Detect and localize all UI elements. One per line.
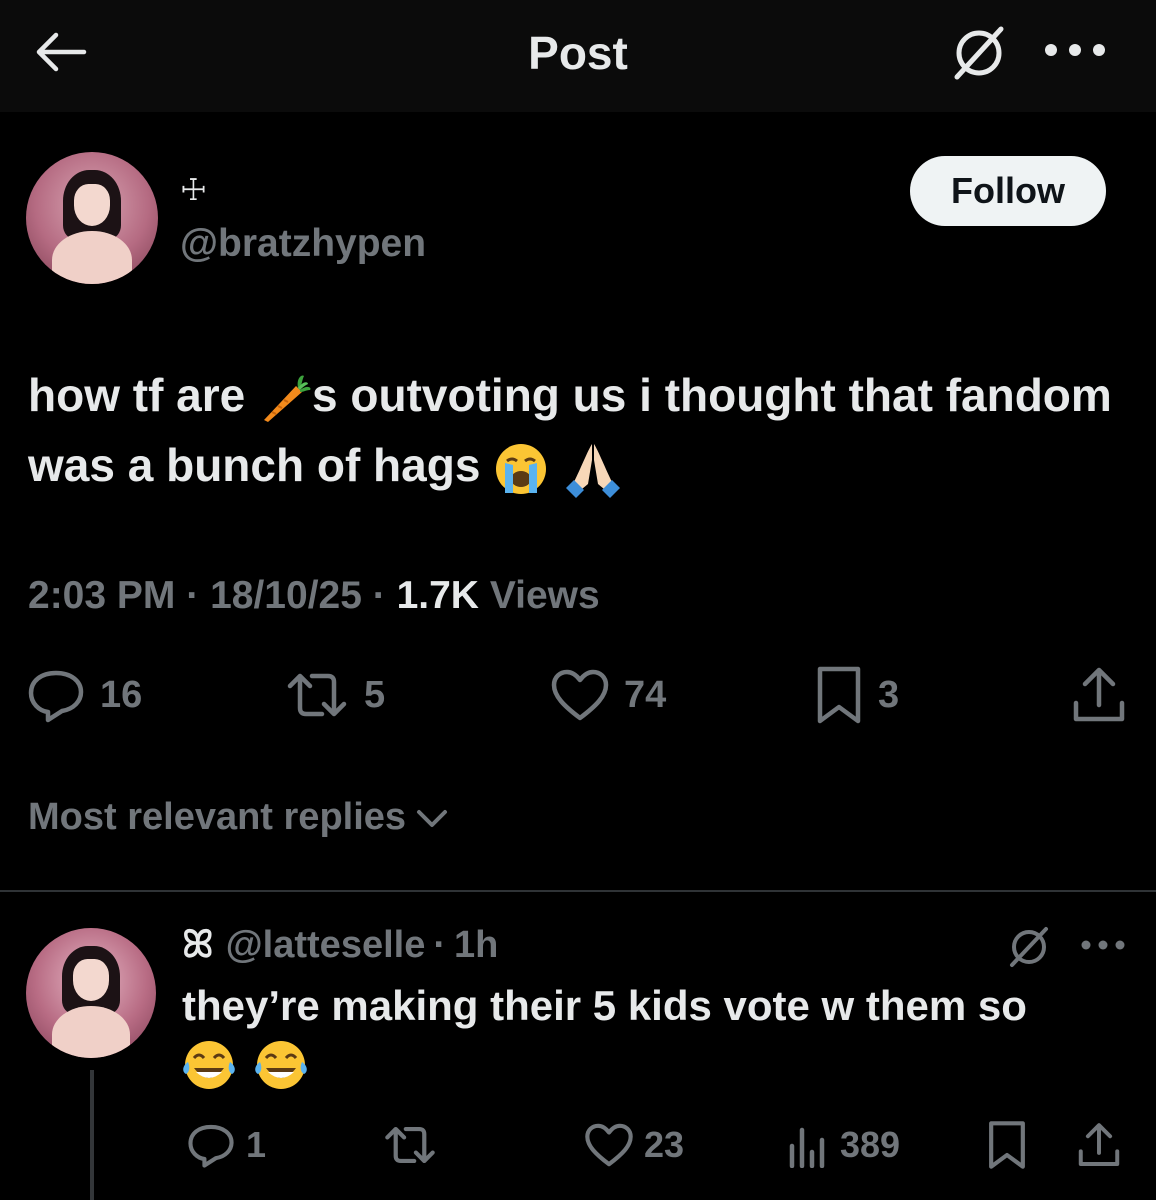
share-icon — [1078, 1123, 1120, 1167]
reply-separator: · — [433, 924, 446, 966]
avatar-shoulders — [52, 1006, 130, 1058]
replies-sort-dropdown[interactable]: Most relevant replies — [28, 796, 450, 839]
reply-icon — [28, 670, 84, 723]
reply-header: ꕤ @latteselle · 1h — [182, 924, 498, 967]
meta-separator: · — [372, 574, 386, 617]
grok-icon — [1010, 927, 1048, 967]
reply-share-button[interactable] — [1076, 1110, 1122, 1180]
post-date: 18/10/25 — [210, 574, 362, 617]
reply-reply-count: 1 — [246, 1124, 267, 1165]
author-handle[interactable]: @bratzhypen — [180, 222, 426, 266]
more-dots-icon — [1081, 940, 1125, 950]
reply-grok-button[interactable] — [1004, 922, 1054, 972]
bookmark-icon — [989, 1121, 1025, 1169]
bookmark-button[interactable]: 3 — [814, 660, 899, 730]
reply-reply-button[interactable]: 1 — [186, 1110, 266, 1180]
repost-icon — [385, 1126, 435, 1164]
chevron-down-icon — [417, 809, 448, 827]
avatar-shoulders — [52, 231, 132, 284]
share-icon — [1073, 667, 1125, 722]
more-dots-icon — [1045, 44, 1105, 56]
reply-actions: 1 23 389 — [0, 1110, 1156, 1180]
reply-display-name[interactable]: ꕤ — [182, 924, 214, 967]
post-text-part1: how tf are — [28, 369, 259, 421]
carrot-emoji — [264, 375, 311, 422]
post-text: how tf are s outvoting us i thought that… — [28, 360, 1128, 500]
repost-button[interactable]: 5 — [284, 660, 385, 730]
post-meta: 2:03 PM · 18/10/25 · 1.7K Views — [28, 574, 600, 618]
bookmark-count: 3 — [878, 673, 900, 716]
folded-hands-emoji — [565, 443, 620, 498]
reply-time[interactable]: 1h — [454, 924, 498, 967]
post-time: 2:03 PM — [28, 574, 176, 617]
reply-icon — [188, 1124, 234, 1168]
display-name[interactable]: ☩ — [180, 176, 207, 206]
avatar[interactable] — [26, 152, 158, 284]
reply-handle[interactable]: @latteselle — [226, 924, 426, 967]
like-count: 74 — [624, 673, 667, 716]
repost-count: 5 — [364, 673, 386, 716]
top-bar: Post — [0, 0, 1156, 112]
more-button[interactable] — [1040, 30, 1110, 70]
views-count[interactable]: 1.7K — [397, 574, 479, 617]
reply-like-count: 23 — [644, 1124, 685, 1165]
reply-text: they’re making their 5 kids vote w them … — [182, 978, 1132, 1092]
face-with-tears-of-joy-emoji — [254, 1040, 307, 1089]
bookmark-icon — [817, 666, 861, 724]
reply-more-button[interactable] — [1078, 930, 1128, 960]
reply-text-body: they’re making their 5 kids vote w them … — [182, 982, 1027, 1029]
reply-button[interactable]: 16 — [26, 660, 142, 730]
heart-icon — [551, 669, 609, 721]
follow-button[interactable]: Follow — [910, 156, 1106, 226]
views-label[interactable]: Views — [490, 574, 600, 617]
reply-repost-button[interactable] — [382, 1110, 438, 1180]
like-button[interactable]: 74 — [550, 660, 666, 730]
post-actions: 16 5 74 3 — [0, 660, 1156, 740]
avatar-face — [72, 959, 110, 1001]
loudly-crying-face-emoji — [496, 443, 547, 494]
meta-separator: · — [186, 574, 200, 617]
reply-avatar[interactable] — [26, 928, 156, 1058]
divider — [0, 890, 1156, 892]
reply-views-count: 389 — [840, 1124, 901, 1165]
reply-like-button[interactable]: 23 — [584, 1110, 684, 1180]
grok-icon — [954, 26, 1004, 80]
share-button[interactable] — [1070, 660, 1128, 730]
avatar-face — [73, 183, 111, 226]
heart-icon — [585, 1123, 633, 1167]
reply-bookmark-button[interactable] — [986, 1110, 1028, 1180]
analytics-icon — [789, 1127, 825, 1168]
reply-count: 16 — [100, 673, 143, 716]
reply-views-button[interactable]: 389 — [788, 1110, 900, 1180]
repost-icon — [287, 673, 347, 717]
grok-button[interactable] — [946, 22, 1012, 84]
face-with-tears-of-joy-emoji — [183, 1040, 235, 1089]
sort-label: Most relevant replies — [28, 796, 407, 838]
